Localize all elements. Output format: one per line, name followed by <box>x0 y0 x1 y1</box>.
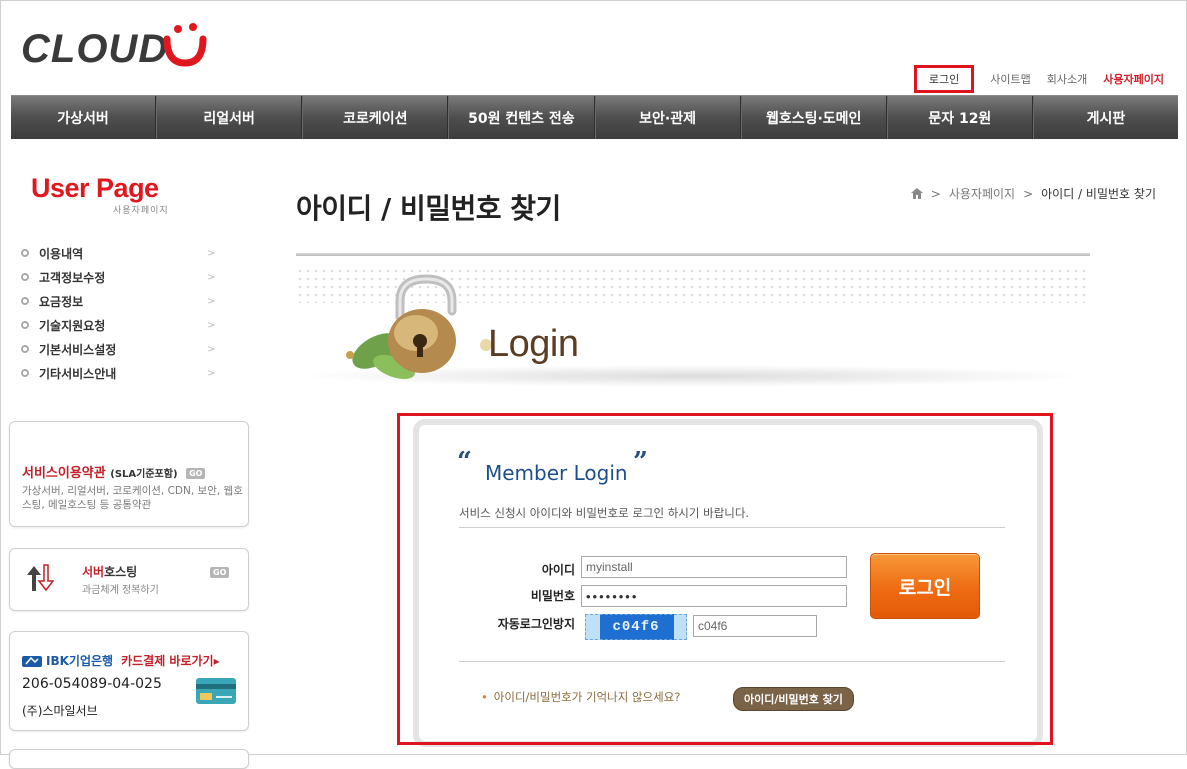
user-page-title: User Page <box>31 173 159 203</box>
chevron-right-icon: > <box>207 343 216 355</box>
chevron-right-icon: > <box>207 367 216 379</box>
sidebar-item-label: 기본서비스설정 <box>39 342 117 357</box>
sidebar-item-billing[interactable]: 요금정보 > <box>21 289 231 313</box>
sitemap-link[interactable]: 사이트맵 <box>990 71 1030 87</box>
smile-logo-icon <box>163 23 207 67</box>
nav-item-board[interactable]: 게시판 <box>1032 96 1178 139</box>
sidebar-menu: 이용내역 > 고객정보수정 > 요금정보 > 기술지원요청 > 기본서비스설정 … <box>21 241 231 385</box>
bullet-icon <box>21 249 29 257</box>
terms-title: 서비스이용약관 (SLA기준포함) GO <box>22 462 206 481</box>
terms-title-text: 서비스이용약관 <box>22 466 106 481</box>
breadcrumb-separator: > <box>1023 186 1034 201</box>
main-navigation: 가상서버 리얼서버 코로케이션 50원 컨텐츠 전송 보안·관제 웹호스팅·도메… <box>11 95 1178 139</box>
bullet-icon <box>21 321 29 329</box>
breadcrumb-separator: > <box>930 186 941 201</box>
bullet-icon <box>21 369 29 377</box>
chevron-right-icon: > <box>207 319 216 331</box>
user-page-subtitle: 사용자페이지 <box>113 206 169 216</box>
nav-item-sms[interactable]: 문자 12원 <box>886 96 1033 139</box>
bank-title: IBK기업은행 카드결제 바로가기▸ <box>22 652 220 669</box>
sidebar-item-label: 기타서비스안내 <box>39 366 117 381</box>
sidebar-box-partial <box>9 749 249 769</box>
sidebar-item-label: 요금정보 <box>39 294 84 309</box>
title-divider <box>296 253 1090 256</box>
bank-box[interactable]: IBK기업은행 카드결제 바로가기▸ 206-054089-04-025 (주)… <box>9 631 249 731</box>
bullet-icon <box>21 297 29 305</box>
terms-title-suffix: (SLA기준포함) <box>110 469 178 480</box>
user-page-link[interactable]: 사용자페이지 <box>1103 71 1164 87</box>
credit-card-icon <box>196 678 236 704</box>
nav-item-security[interactable]: 보안·관제 <box>594 96 741 139</box>
sidebar-item-support[interactable]: 기술지원요청 > <box>21 313 231 337</box>
bank-account: 206-054089-04-025 <box>22 676 162 692</box>
padlock-icon <box>346 274 492 380</box>
hosting-title-rest: 호스팅 <box>104 565 138 579</box>
chevron-right-icon: > <box>207 271 216 283</box>
nav-item-virtual-server[interactable]: 가상서버 <box>11 96 157 139</box>
nav-item-real-server[interactable]: 리얼서버 <box>156 96 303 139</box>
updown-arrows-icon <box>27 564 54 592</box>
bank-name: IBK기업은행 <box>46 654 114 668</box>
top-links: 로그인 사이트맵 회사소개 사용자페이지 <box>913 65 1164 93</box>
nav-item-colocation[interactable]: 코로케이션 <box>302 96 449 139</box>
bullet-icon <box>21 345 29 353</box>
breadcrumb-parent[interactable]: 사용자페이지 <box>949 185 1015 202</box>
terms-description: 가상서버, 리얼서버, 코로케이션, CDN, 보안, 웹호스팅, 메일호스팅 … <box>22 485 243 511</box>
terms-box[interactable]: 서비스이용약관 (SLA기준포함) GO 가상서버, 리얼서버, 코로케이션, … <box>9 421 249 527</box>
sidebar-item-label: 고객정보수정 <box>39 270 106 285</box>
ibk-logo-icon <box>22 655 42 667</box>
sidebar-item-usage[interactable]: 이용내역 > <box>21 241 231 265</box>
go-button[interactable]: GO <box>210 567 230 578</box>
card-pay-link[interactable]: 카드결제 바로가기▸ <box>121 652 220 669</box>
go-button[interactable]: GO <box>186 468 206 479</box>
banner-login-text: Login <box>488 323 579 365</box>
nav-item-content-delivery[interactable]: 50원 컨텐츠 전송 <box>448 96 595 139</box>
hosting-box[interactable]: 서버호스팅 과금체계 정복하기 GO <box>9 548 249 611</box>
hosting-description: 과금체계 정복하기 <box>82 585 159 596</box>
account-owner: (주)스마일서브 <box>22 704 98 718</box>
login-panel-highlight <box>397 413 1053 745</box>
login-banner: Login <box>296 261 1090 391</box>
logo[interactable]: CLOUD <box>21 27 168 72</box>
login-link[interactable]: 로그인 <box>913 65 975 93</box>
bullet-icon <box>21 273 29 281</box>
chevron-right-icon: > <box>207 295 216 307</box>
sidebar-item-other-services[interactable]: 기타서비스안내 > <box>21 361 231 385</box>
sidebar-item-customer-info[interactable]: 고객정보수정 > <box>21 265 231 289</box>
breadcrumb-current: 아이디 / 비밀번호 찾기 <box>1041 187 1156 201</box>
sidebar-item-basic-settings[interactable]: 기본서비스설정 > <box>21 337 231 361</box>
chevron-right-icon: > <box>207 247 216 259</box>
company-link[interactable]: 회사소개 <box>1047 71 1087 87</box>
hosting-title-prefix: 서버 <box>82 565 105 579</box>
sidebar-item-label: 이용내역 <box>39 246 84 261</box>
nav-item-webhosting[interactable]: 웹호스팅·도메인 <box>740 96 887 139</box>
hosting-title: 서버호스팅 <box>82 563 137 580</box>
home-icon[interactable] <box>910 188 923 199</box>
breadcrumb: > 사용자페이지 > 아이디 / 비밀번호 찾기 <box>910 185 1156 202</box>
sidebar-item-label: 기술지원요청 <box>39 318 106 333</box>
page-title: 아이디 / 비밀번호 찾기 <box>296 192 561 225</box>
